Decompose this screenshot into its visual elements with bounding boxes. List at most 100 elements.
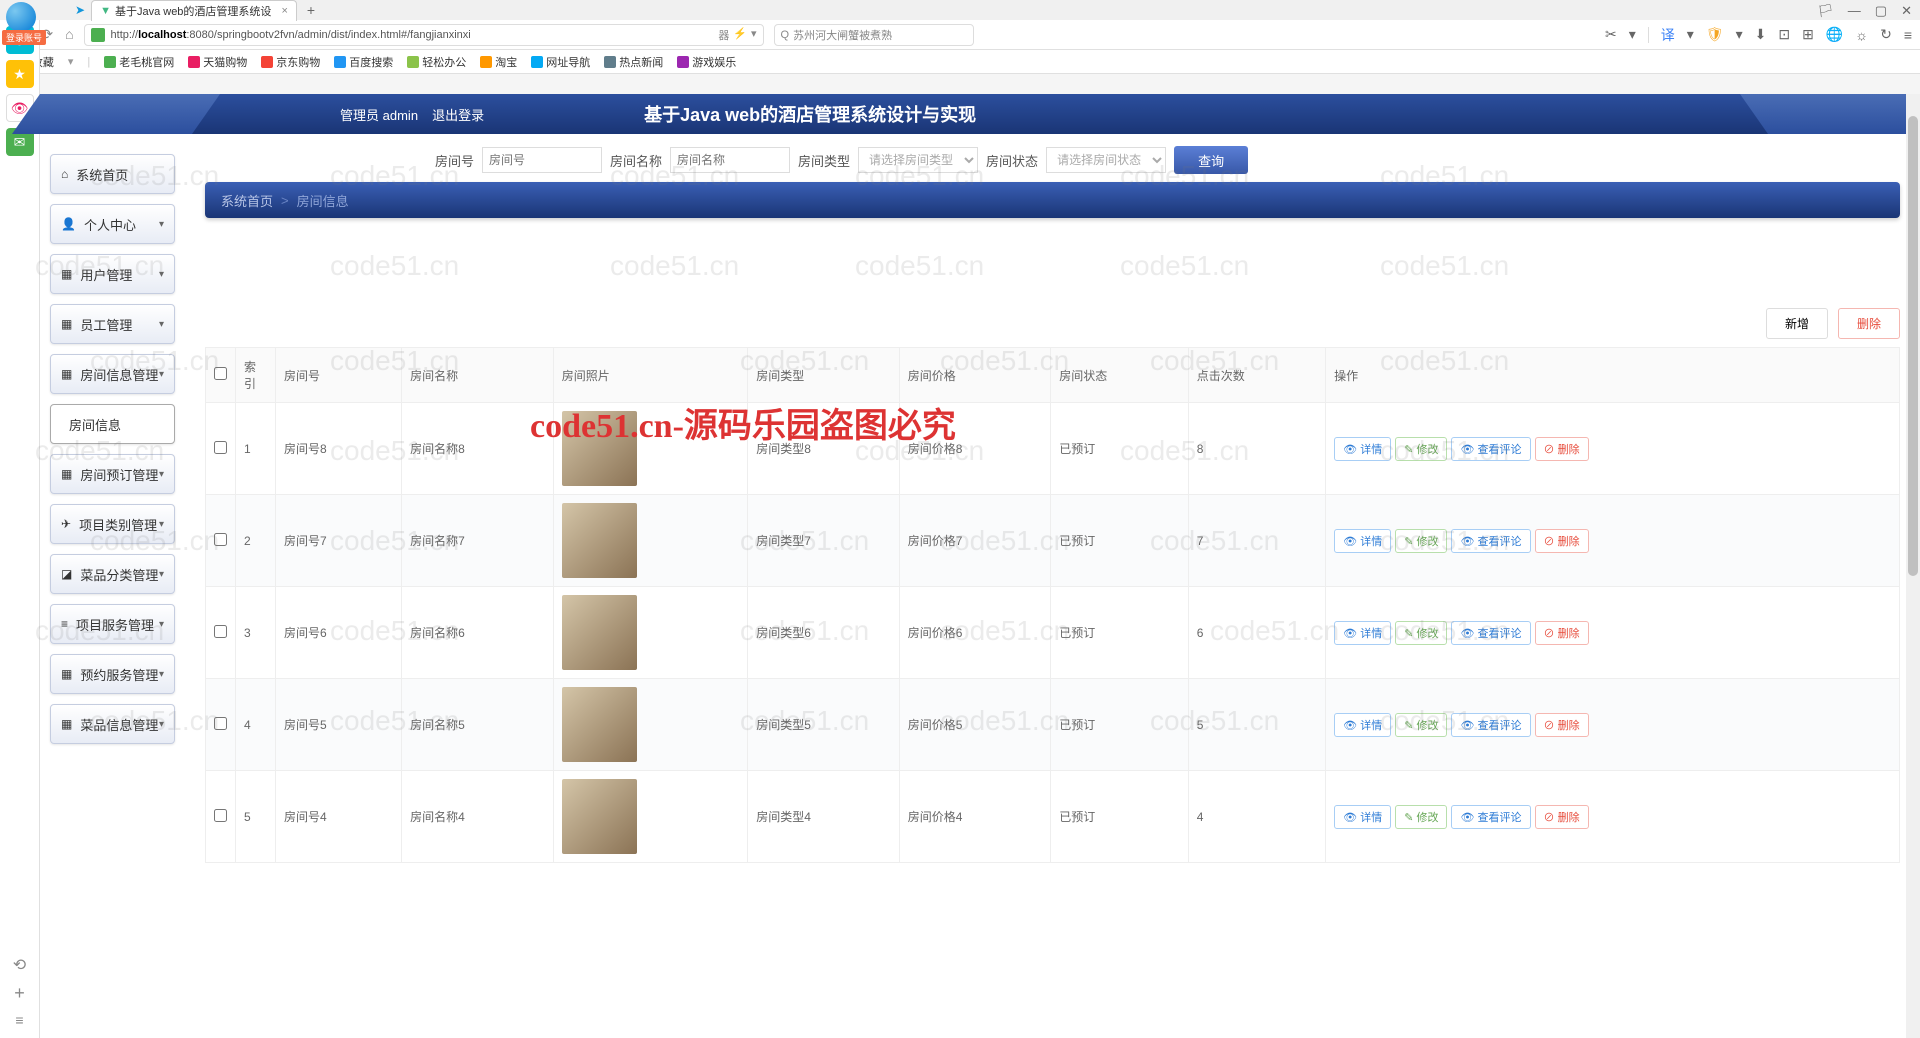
sidebar-item[interactable]: ▦房间信息管理▾ bbox=[50, 354, 175, 394]
comment-button[interactable]: 👁 查看评论 bbox=[1451, 621, 1530, 645]
theme-icon[interactable]: ☼ bbox=[1855, 27, 1868, 43]
nav-label: 个人中心 bbox=[84, 215, 136, 234]
restore-icon[interactable]: ↻ bbox=[1880, 26, 1892, 43]
globe-icon[interactable]: 🌐 bbox=[1826, 26, 1843, 43]
comment-button[interactable]: 👁 查看评论 bbox=[1451, 805, 1530, 829]
login-badge[interactable]: 登录账号 bbox=[2, 30, 46, 45]
sidebar-item[interactable]: ≡项目服务管理▾ bbox=[50, 604, 175, 644]
sidebar-item[interactable]: ▦房间预订管理▾ bbox=[50, 454, 175, 494]
sidebar-item[interactable]: ✈项目类别管理▾ bbox=[50, 504, 175, 544]
column-header: 房间状态 bbox=[1051, 348, 1188, 403]
view-button[interactable]: 👁 详情 bbox=[1334, 621, 1391, 645]
cell-index: 4 bbox=[236, 679, 276, 771]
nav-icon: 👤 bbox=[61, 217, 76, 231]
query-button[interactable]: 查询 bbox=[1174, 146, 1248, 174]
maximize-icon[interactable]: ▢ bbox=[1875, 3, 1887, 19]
security-icon[interactable]: 🛡 bbox=[1706, 26, 1724, 43]
translate-icon[interactable]: 译 bbox=[1661, 25, 1675, 45]
tab-close-icon[interactable]: × bbox=[281, 5, 287, 17]
nav-label: 菜品分类管理 bbox=[80, 565, 158, 584]
delete-row-button[interactable]: ⊘ 删除 bbox=[1535, 437, 1589, 461]
comment-button[interactable]: 👁 查看评论 bbox=[1451, 713, 1530, 737]
breadcrumb-home[interactable]: 系统首页 bbox=[221, 191, 273, 210]
bookmark-item[interactable]: 老毛桃官网 bbox=[104, 54, 174, 70]
home-icon[interactable]: ⌂ bbox=[65, 26, 73, 43]
roomstatus-select[interactable]: 请选择房间状态 bbox=[1046, 147, 1166, 173]
shield-icon bbox=[91, 28, 105, 42]
bookmark-item[interactable]: 淘宝 bbox=[480, 54, 517, 70]
browser-tab[interactable]: ▼ 基于Java web的酒店管理系统设 × bbox=[91, 0, 297, 21]
edit-button[interactable]: ✎ 修改 bbox=[1395, 713, 1447, 737]
download-icon[interactable]: ⬇ bbox=[1755, 26, 1767, 43]
row-checkbox[interactable] bbox=[214, 441, 227, 454]
roomno-input[interactable] bbox=[482, 147, 602, 173]
bookmark-window-icon[interactable]: 🏳 bbox=[1817, 3, 1834, 19]
new-tab-button[interactable]: + bbox=[307, 2, 315, 18]
cell-clicks: 4 bbox=[1188, 771, 1325, 863]
search-input[interactable]: Q苏州河大闸蟹被煮熟 bbox=[774, 24, 974, 46]
select-all-checkbox[interactable] bbox=[214, 367, 227, 380]
view-button[interactable]: 👁 详情 bbox=[1334, 713, 1391, 737]
cell-index: 3 bbox=[236, 587, 276, 679]
row-checkbox[interactable] bbox=[214, 533, 227, 546]
minimize-icon[interactable]: — bbox=[1848, 3, 1861, 19]
settings-icon[interactable]: ≡ bbox=[15, 1012, 23, 1028]
add-button[interactable]: 新增 bbox=[1766, 308, 1828, 339]
telegram-icon[interactable]: ➤ bbox=[75, 3, 85, 17]
bookmark-item[interactable]: 网址导航 bbox=[531, 54, 590, 70]
delete-row-button[interactable]: ⊘ 删除 bbox=[1535, 529, 1589, 553]
comment-button[interactable]: 👁 查看评论 bbox=[1451, 437, 1530, 461]
delete-row-button[interactable]: ⊘ 删除 bbox=[1535, 805, 1589, 829]
bookmark-item[interactable]: 轻松办公 bbox=[407, 54, 466, 70]
delete-button[interactable]: 删除 bbox=[1838, 308, 1900, 339]
roomname-input[interactable] bbox=[670, 147, 790, 173]
sidebar-item[interactable]: ▦菜品信息管理▾ bbox=[50, 704, 175, 744]
add-app-icon[interactable]: + bbox=[14, 983, 25, 1004]
history-icon[interactable]: ⟲ bbox=[13, 955, 26, 975]
sidebar-item[interactable]: ▦预约服务管理▾ bbox=[50, 654, 175, 694]
edit-button[interactable]: ✎ 修改 bbox=[1395, 437, 1447, 461]
row-checkbox[interactable] bbox=[214, 625, 227, 638]
side-nav: ⌂系统首页 👤 个人中心 ▾ ▦用户管理▾ ▦员工管理▾ ▦房间信息管理▾ 房间信息 ▦房间预订… bbox=[40, 134, 185, 1038]
apps-icon[interactable]: ⊞ bbox=[1802, 26, 1814, 43]
room-thumb-image bbox=[562, 411, 637, 486]
pip-icon[interactable]: ⊡ bbox=[1778, 26, 1790, 43]
edit-button[interactable]: ✎ 修改 bbox=[1395, 621, 1447, 645]
row-checkbox[interactable] bbox=[214, 717, 227, 730]
delete-row-button[interactable]: ⊘ 删除 bbox=[1535, 713, 1589, 737]
scrollbar[interactable] bbox=[1906, 94, 1920, 1038]
roomtype-select[interactable]: 请选择房间类型 bbox=[858, 147, 978, 173]
sidebar-item[interactable]: 房间信息 bbox=[50, 404, 175, 444]
bookmark-item[interactable]: 游戏娱乐 bbox=[677, 54, 736, 70]
edit-button[interactable]: ✎ 修改 bbox=[1395, 805, 1447, 829]
logout-link[interactable]: 退出登录 bbox=[432, 105, 484, 124]
roomstatus-label: 房间状态 bbox=[986, 151, 1038, 170]
sidebar-item[interactable]: ▦员工管理▾ bbox=[50, 304, 175, 344]
cell-roomno: 房间号7 bbox=[276, 495, 402, 587]
chevron-down-icon: ▾ bbox=[159, 519, 164, 530]
cell-index: 1 bbox=[236, 403, 276, 495]
sidebar-item[interactable]: 👤个人中心▾ bbox=[50, 204, 175, 244]
menu-icon[interactable]: ≡ bbox=[1904, 27, 1912, 43]
view-button[interactable]: 👁 详情 bbox=[1334, 437, 1391, 461]
delete-row-button[interactable]: ⊘ 删除 bbox=[1535, 621, 1589, 645]
edit-button[interactable]: ✎ 修改 bbox=[1395, 529, 1447, 553]
view-button[interactable]: 👁 详情 bbox=[1334, 529, 1391, 553]
bookmark-item[interactable]: 京东购物 bbox=[261, 54, 320, 70]
view-button[interactable]: 👁 详情 bbox=[1334, 805, 1391, 829]
scissors-icon[interactable]: ✂ bbox=[1605, 26, 1617, 43]
bookmark-item[interactable]: 热点新闻 bbox=[604, 54, 663, 70]
url-input[interactable]: http://localhost:8080/springbootv2fvn/ad… bbox=[84, 24, 764, 46]
os-app-icon[interactable]: ★ bbox=[6, 60, 34, 88]
comment-button[interactable]: 👁 查看评论 bbox=[1451, 529, 1530, 553]
close-window-icon[interactable]: ✕ bbox=[1901, 3, 1912, 19]
cell-status: 已预订 bbox=[1051, 679, 1188, 771]
sidebar-item[interactable]: ▦用户管理▾ bbox=[50, 254, 175, 294]
bookmark-item[interactable]: 天猫购物 bbox=[188, 54, 247, 70]
sidebar-item[interactable]: ⌂系统首页 bbox=[50, 154, 175, 194]
sidebar-item[interactable]: ◪菜品分类管理▾ bbox=[50, 554, 175, 594]
breadcrumb-current: 房间信息 bbox=[297, 191, 349, 210]
tab-title: 基于Java web的酒店管理系统设 bbox=[115, 3, 271, 19]
bookmark-item[interactable]: 百度搜索 bbox=[334, 54, 393, 70]
row-checkbox[interactable] bbox=[214, 809, 227, 822]
